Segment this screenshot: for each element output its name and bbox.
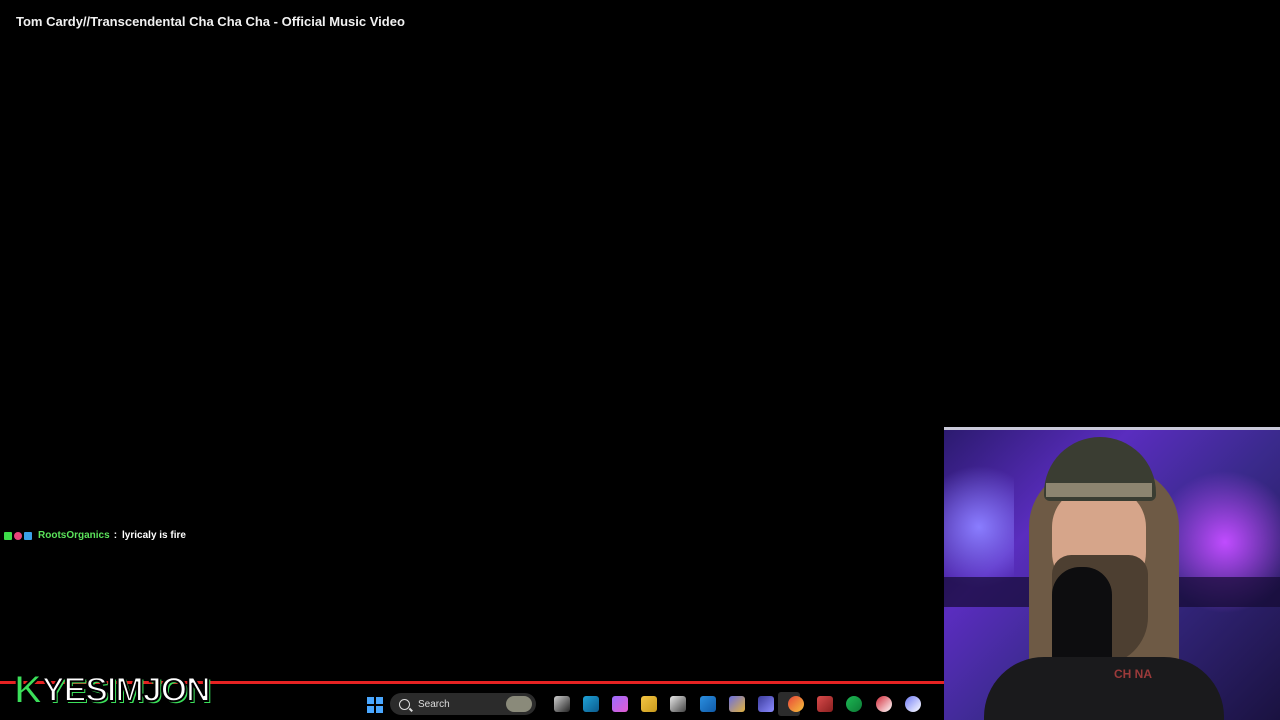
badge-icon (24, 531, 32, 540)
badge-icon (4, 531, 12, 540)
taskbar-search[interactable]: Search (390, 693, 536, 715)
chat-text: lyricaly is fire (122, 530, 186, 541)
shirt-text: CH NA (1114, 667, 1152, 681)
obs-icon[interactable] (876, 696, 892, 712)
task-view-icon[interactable] (554, 696, 570, 712)
windows-start-icon[interactable] (367, 697, 383, 713)
search-label: Search (418, 698, 450, 710)
store-icon[interactable] (670, 696, 686, 712)
chrome-icon[interactable] (788, 696, 804, 712)
maps-icon[interactable] (817, 696, 833, 712)
logo-text: YESIMJON (41, 670, 212, 710)
chat-message: RootsOrganics : lyricaly is fire (4, 530, 186, 541)
copilot-icon[interactable] (612, 696, 628, 712)
search-icon (399, 698, 410, 710)
webcam-overlay: CH NA (944, 427, 1280, 720)
video-title: Tom Cardy//Transcendental Cha Cha Cha - … (16, 14, 405, 29)
channel-logo: K YESIMJON (13, 667, 212, 713)
logo-k: K (13, 667, 44, 713)
search-highlight-image (506, 696, 532, 712)
app-icon[interactable] (758, 696, 774, 712)
edge-icon[interactable] (583, 696, 599, 712)
teams-icon[interactable] (729, 696, 745, 712)
discord-icon[interactable] (905, 696, 921, 712)
spotify-icon[interactable] (846, 696, 862, 712)
file-explorer-icon[interactable] (641, 696, 657, 712)
chat-username: RootsOrganics (38, 530, 110, 541)
badge-icon (14, 531, 22, 540)
chat-separator: : (113, 530, 118, 541)
mail-icon[interactable] (700, 696, 716, 712)
